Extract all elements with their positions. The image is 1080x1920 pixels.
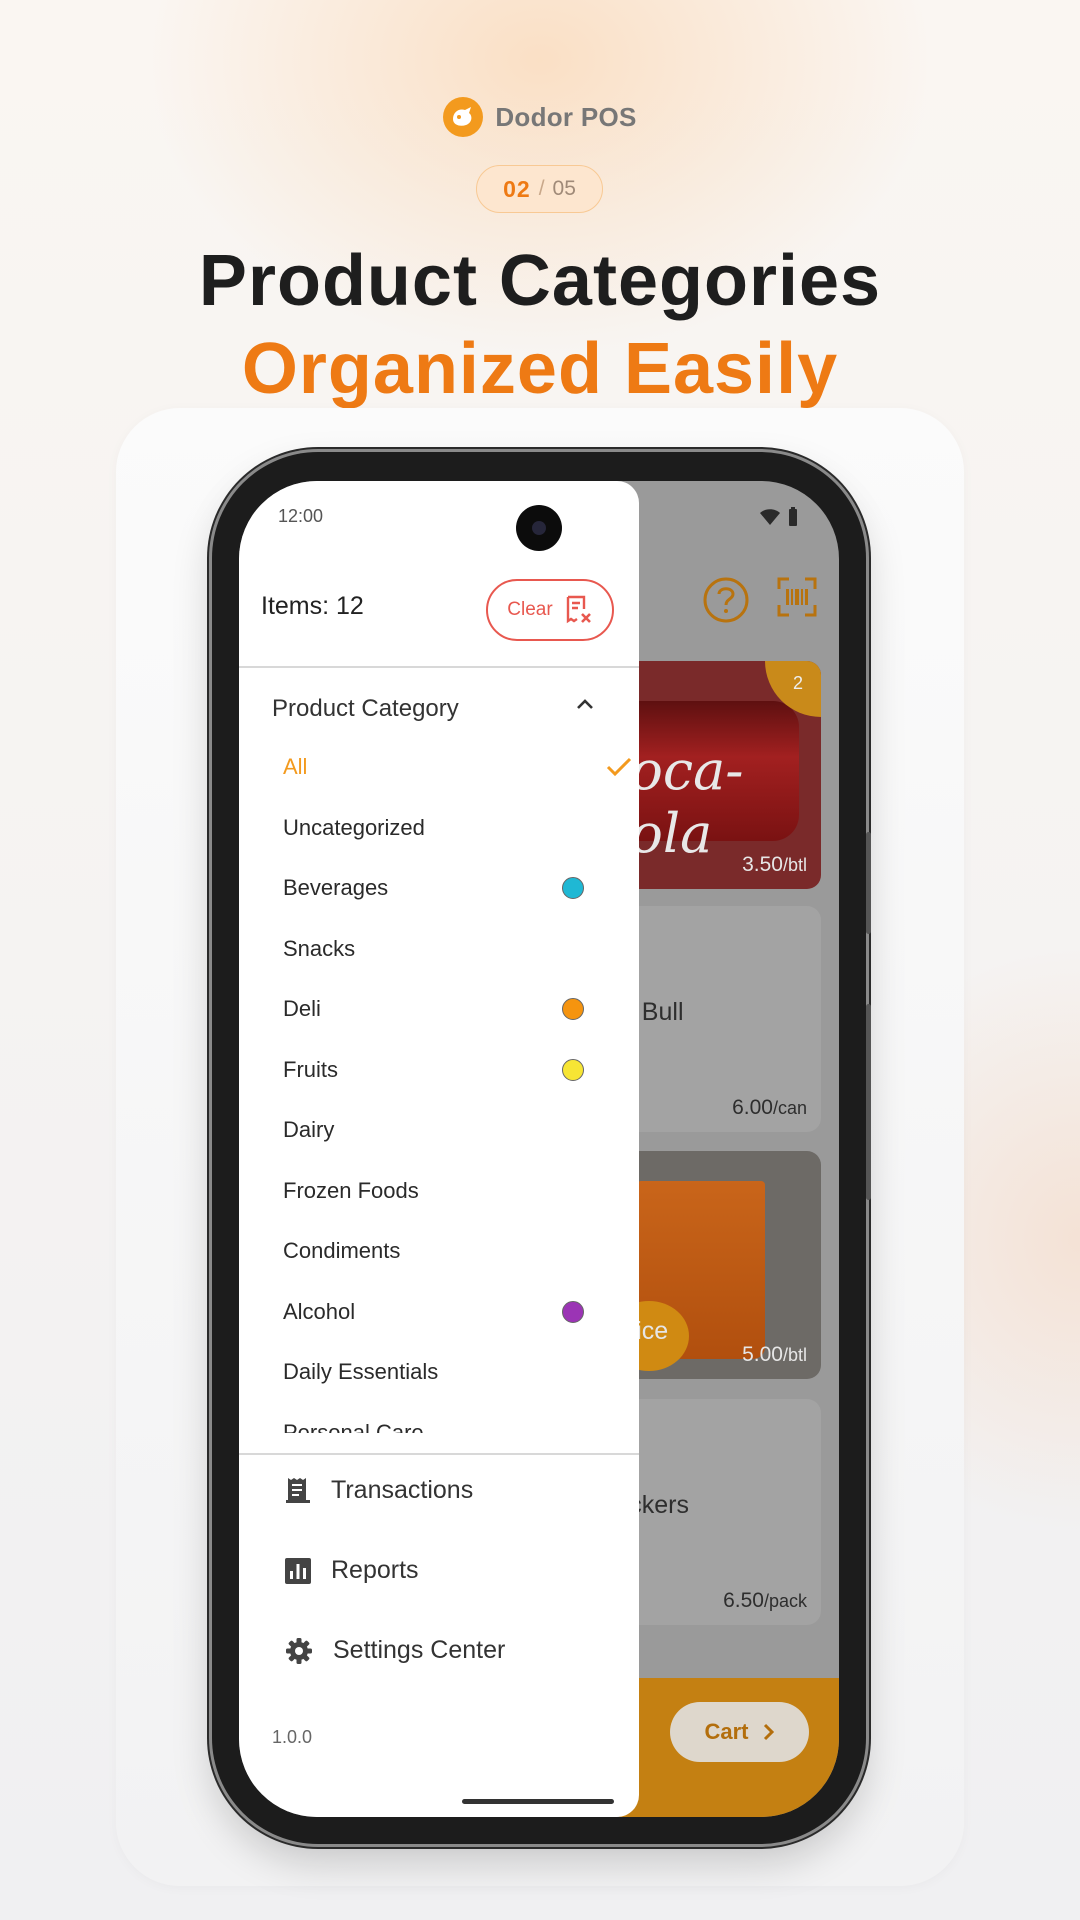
category-label: Daily Essentials: [283, 1359, 439, 1384]
category-label: Beverages: [283, 875, 389, 900]
category-label: Frozen Foods: [283, 1177, 419, 1203]
category-label: Personal Care: [283, 1419, 424, 1434]
category-label: Alcohol: [283, 1298, 356, 1324]
headline-line-2: Organized Easily: [241, 329, 839, 409]
category-color-dot: [562, 877, 584, 899]
wifi-icon: [760, 509, 780, 525]
product-price: 3.50/btl: [742, 853, 807, 877]
barcode-scan-icon[interactable]: [777, 577, 817, 617]
price-value: 5.00: [742, 1343, 783, 1366]
status-icons: [759, 507, 799, 527]
product-price: 5.00/btl: [742, 1343, 807, 1367]
receipt-icon: [286, 1477, 310, 1503]
brand: Dodor POS: [0, 97, 1080, 137]
price-value: 6.50: [723, 1589, 764, 1612]
category-item[interactable]: Frozen Foods: [283, 1171, 603, 1211]
product-price: 6.50/pack: [723, 1589, 807, 1613]
category-color-dot: [562, 998, 584, 1020]
quantity-badge-count: 2: [792, 673, 803, 693]
price-unit: /pack: [763, 1591, 807, 1611]
power-button: [866, 1004, 871, 1200]
gear-icon: [286, 1637, 312, 1664]
chevron-right-icon: [763, 1723, 774, 1741]
front-camera: [516, 505, 562, 551]
volume-button: [866, 832, 871, 934]
category-item[interactable]: Fruits: [283, 1050, 603, 1090]
step-indicator: 02 / 05: [476, 165, 603, 213]
category-item[interactable]: Daily Essentials: [283, 1352, 603, 1392]
category-label: Condiments: [283, 1238, 401, 1263]
category-list: All Uncategorized Beverages Snacks Deli Fruit…: [239, 743, 639, 1433]
category-label: Deli: [283, 996, 321, 1021]
divider: [239, 1453, 639, 1455]
price-unit: /btl: [782, 1345, 807, 1365]
category-label: Snacks: [283, 935, 356, 961]
category-item[interactable]: Snacks: [283, 929, 603, 969]
menu-item-label: Transactions: [331, 1476, 474, 1504]
price-value: 3.50: [742, 853, 783, 876]
battery-icon: [789, 507, 797, 526]
price-unit: /btl: [782, 855, 807, 875]
help-icon[interactable]: [703, 577, 749, 623]
category-item[interactable]: Deli: [283, 989, 603, 1029]
items-count: Items: 12: [261, 592, 364, 620]
menu-item-transactions[interactable]: Transactions: [285, 1476, 473, 1505]
category-item[interactable]: Uncategorized: [283, 808, 603, 848]
cart-button[interactable]: Cart: [670, 1702, 809, 1762]
category-label: Fruits: [283, 1056, 338, 1082]
menu-item-label: Reports: [331, 1556, 419, 1584]
category-label: All: [283, 754, 308, 779]
phone-screen: Coca-Cola 2 3.50/btl Red Bull 6.00/can e…: [239, 481, 839, 1817]
step-separator: /: [538, 177, 545, 200]
divider: [239, 666, 639, 668]
checkmark-icon: [606, 757, 632, 777]
category-color-dot: [562, 1300, 584, 1323]
category-item[interactable]: Personal Care: [283, 1413, 603, 1434]
headline-line-1: Product Categories: [198, 241, 882, 321]
step-total: 05: [552, 177, 576, 200]
clear-label: Clear: [507, 599, 553, 620]
brand-logo-icon: [443, 97, 484, 137]
category-label: Uncategorized: [283, 814, 425, 840]
home-indicator[interactable]: [462, 1799, 614, 1804]
category-header-label: Product Category: [272, 695, 459, 722]
price-unit: /can: [772, 1098, 807, 1118]
bar-chart-icon: [285, 1557, 311, 1584]
price-value: 6.00: [732, 1096, 773, 1119]
category-label: Dairy: [283, 1117, 335, 1142]
category-item[interactable]: Alcohol: [283, 1292, 603, 1332]
category-drawer: 12:00 Items: 12 Clear Product Category A…: [239, 481, 639, 1817]
brand-name: Dodor POS: [495, 101, 637, 132]
step-current: 02: [503, 175, 531, 202]
category-color-dot: [562, 1058, 584, 1081]
cart-label: Cart: [704, 1719, 749, 1744]
clear-button[interactable]: Clear: [486, 579, 614, 641]
menu-item-settings[interactable]: Settings Center: [285, 1636, 505, 1665]
app-version: 1.0.0: [272, 1727, 313, 1747]
clear-receipt-icon: [566, 595, 591, 624]
category-item[interactable]: All: [283, 747, 632, 787]
category-item[interactable]: Condiments: [283, 1231, 603, 1271]
chevron-up-icon[interactable]: [575, 697, 595, 711]
status-time: 12:00: [278, 506, 324, 526]
category-item[interactable]: Dairy: [283, 1110, 603, 1150]
category-item[interactable]: Beverages: [283, 868, 603, 908]
app-toolbar: [703, 577, 817, 623]
menu-item-reports[interactable]: Reports: [285, 1556, 419, 1585]
menu-item-label: Settings Center: [333, 1636, 506, 1664]
product-price: 6.00/can: [732, 1096, 807, 1120]
